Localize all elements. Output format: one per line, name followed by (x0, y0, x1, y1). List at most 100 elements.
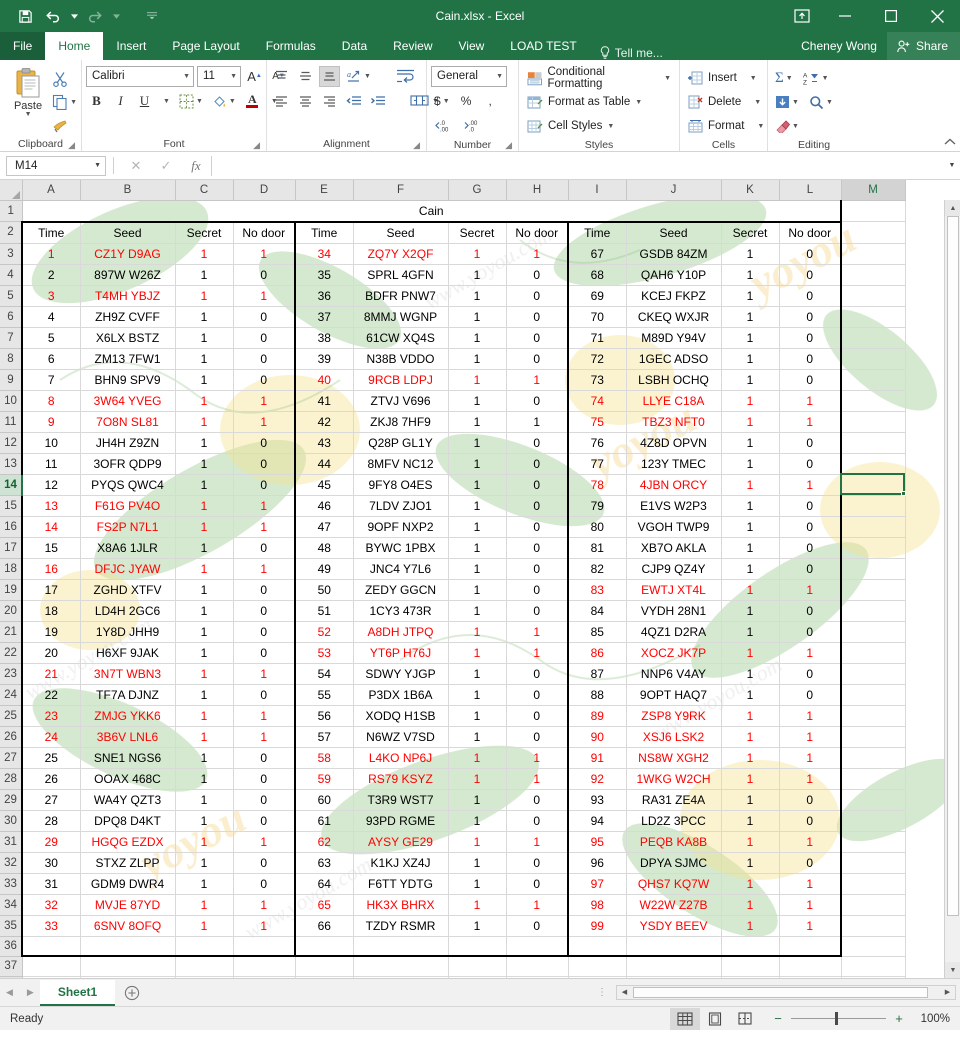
redo-icon[interactable] (82, 5, 108, 27)
column-header-A[interactable]: A (22, 180, 81, 201)
add-sheet-button[interactable] (115, 980, 149, 1006)
cell-E15[interactable]: 46 (294, 495, 354, 517)
cell-G29[interactable]: 1 (448, 789, 507, 811)
cell-A21[interactable]: 19 (21, 621, 81, 643)
cell-L24[interactable]: 0 (779, 684, 842, 706)
tab-review[interactable]: Review (380, 32, 445, 60)
cell-L3[interactable]: 0 (779, 243, 842, 265)
cell-I14[interactable]: 78 (567, 474, 627, 496)
cell-J18[interactable]: CJP9 QZ4Y (626, 558, 722, 580)
cell-B18[interactable]: DFJC JYAW (80, 558, 176, 580)
zoom-control[interactable]: − + 100% (772, 1011, 950, 1026)
spreadsheet-grid[interactable]: www.yoyou.com www.yoyou.com www.yoyou.co… (0, 180, 960, 978)
cut-button[interactable] (52, 69, 77, 89)
conditional-formatting-button[interactable]: Conditional Formatting ▼ (523, 66, 675, 90)
cell-I18[interactable]: 82 (567, 558, 627, 580)
cell-E35[interactable]: 66 (294, 915, 354, 937)
cell-L21[interactable]: 0 (779, 621, 842, 643)
insert-cells-button[interactable]: Insert ▼ (684, 67, 768, 89)
cell-empty[interactable] (233, 976, 296, 978)
cell-empty[interactable] (626, 956, 722, 977)
row-header-13[interactable]: 13 (0, 453, 23, 475)
cell-L20[interactable]: 0 (779, 600, 842, 622)
cell-M35[interactable] (841, 915, 906, 937)
table-row[interactable]: 27 25 SNE1 NGS6 1 0 58 L4KO NP6J 1 1 91 NS8W XGH2 1… (0, 747, 906, 769)
cell-A30[interactable]: 28 (21, 810, 81, 832)
cell-E32[interactable]: 63 (294, 852, 354, 874)
row-header-29[interactable]: 29 (0, 789, 23, 811)
cell-K31[interactable]: 1 (721, 831, 780, 853)
cell-empty[interactable] (80, 976, 176, 978)
cell-J19[interactable]: EWTJ XT4L (626, 579, 722, 601)
grid-row[interactable]: 37 (0, 956, 906, 977)
table-row[interactable]: 18 16 DFJC JYAW 1 1 49 JNC4 Y7L6 1 0 82 CJP9 QZ4Y 1… (0, 558, 906, 580)
cell-I34[interactable]: 98 (567, 894, 627, 916)
cell-M12[interactable] (841, 432, 906, 454)
cell-G6[interactable]: 1 (448, 306, 507, 328)
row-header-6[interactable]: 6 (0, 306, 23, 328)
cell-B9[interactable]: BHN9 SPV9 (80, 369, 176, 391)
cell-K10[interactable]: 1 (721, 390, 780, 412)
cell-L6[interactable]: 0 (779, 306, 842, 328)
cell-K15[interactable]: 1 (721, 495, 780, 517)
maximize-button[interactable] (868, 0, 914, 32)
row-header-25[interactable]: 25 (0, 705, 23, 727)
cell-K22[interactable]: 1 (721, 642, 780, 664)
cell-I13[interactable]: 77 (567, 453, 627, 475)
cell-L31[interactable]: 1 (779, 831, 842, 853)
cell-H11[interactable]: 1 (506, 411, 569, 433)
cell-M18[interactable] (841, 558, 906, 580)
cell-B31[interactable]: HGQG EZDX (80, 831, 176, 853)
row-header-20[interactable]: 20 (0, 600, 23, 622)
cell-L4[interactable]: 0 (779, 264, 842, 286)
cell-I11[interactable]: 75 (567, 411, 627, 433)
cell-D17[interactable]: 0 (233, 537, 296, 559)
cell-A33[interactable]: 31 (21, 873, 81, 895)
column-label-J2[interactable]: Seed (626, 221, 722, 244)
column-label-H2[interactable]: No door (506, 221, 569, 244)
cell-E24[interactable]: 55 (294, 684, 354, 706)
cell-I7[interactable]: 71 (567, 327, 627, 349)
cell-K8[interactable]: 1 (721, 348, 780, 370)
cell-J8[interactable]: 1GEC ADSO (626, 348, 722, 370)
table-row[interactable]: 16 14 FS2P N7L1 1 1 47 9OPF NXP2 1 0 80 VGOH TWP9 1… (0, 516, 906, 538)
vertical-scroll-thumb[interactable] (947, 216, 959, 916)
cell-G26[interactable]: 1 (448, 726, 507, 748)
cell-D34[interactable]: 1 (233, 894, 296, 916)
cell-M17[interactable] (841, 537, 906, 559)
cell-I10[interactable]: 74 (567, 390, 627, 412)
row-header-8[interactable]: 8 (0, 348, 23, 370)
cell-D29[interactable]: 0 (233, 789, 296, 811)
cell-H30[interactable]: 0 (506, 810, 569, 832)
copy-button[interactable]: ▼ (52, 92, 77, 112)
tab-data[interactable]: Data (329, 32, 380, 60)
cell-empty[interactable] (233, 956, 296, 977)
cell-D33[interactable]: 0 (233, 873, 296, 895)
cell-C32[interactable]: 1 (175, 852, 234, 874)
cell-H5[interactable]: 0 (506, 285, 569, 307)
column-label-E2[interactable]: Time (294, 221, 354, 244)
cell-A34[interactable]: 32 (21, 894, 81, 916)
cell-E11[interactable]: 42 (294, 411, 354, 433)
cell-I26[interactable]: 90 (567, 726, 627, 748)
cell-L5[interactable]: 0 (779, 285, 842, 307)
cell-H15[interactable]: 0 (506, 495, 569, 517)
cell-F19[interactable]: ZEDY GGCN (353, 579, 449, 601)
cell-M28[interactable] (841, 768, 906, 790)
cell-empty[interactable] (448, 956, 507, 977)
bold-button[interactable]: B (86, 91, 107, 112)
tab-view[interactable]: View (446, 32, 498, 60)
row-header-24[interactable]: 24 (0, 684, 23, 706)
cell-A15[interactable]: 13 (21, 495, 81, 517)
cell-G35[interactable]: 1 (448, 915, 507, 937)
cell-H34[interactable]: 1 (506, 894, 569, 916)
cell-I30[interactable]: 94 (567, 810, 627, 832)
cell-B35[interactable]: 6SNV 8OFQ (80, 915, 176, 937)
cell-J23[interactable]: NNP6 V4AY (626, 663, 722, 685)
account-name[interactable]: Cheney Wong (791, 39, 887, 53)
fill-color-dropdown-icon[interactable]: ▼ (229, 98, 236, 105)
cell-A20[interactable]: 18 (21, 600, 81, 622)
cell-A9[interactable]: 7 (21, 369, 81, 391)
cell-A31[interactable]: 29 (21, 831, 81, 853)
cell-E34[interactable]: 65 (294, 894, 354, 916)
